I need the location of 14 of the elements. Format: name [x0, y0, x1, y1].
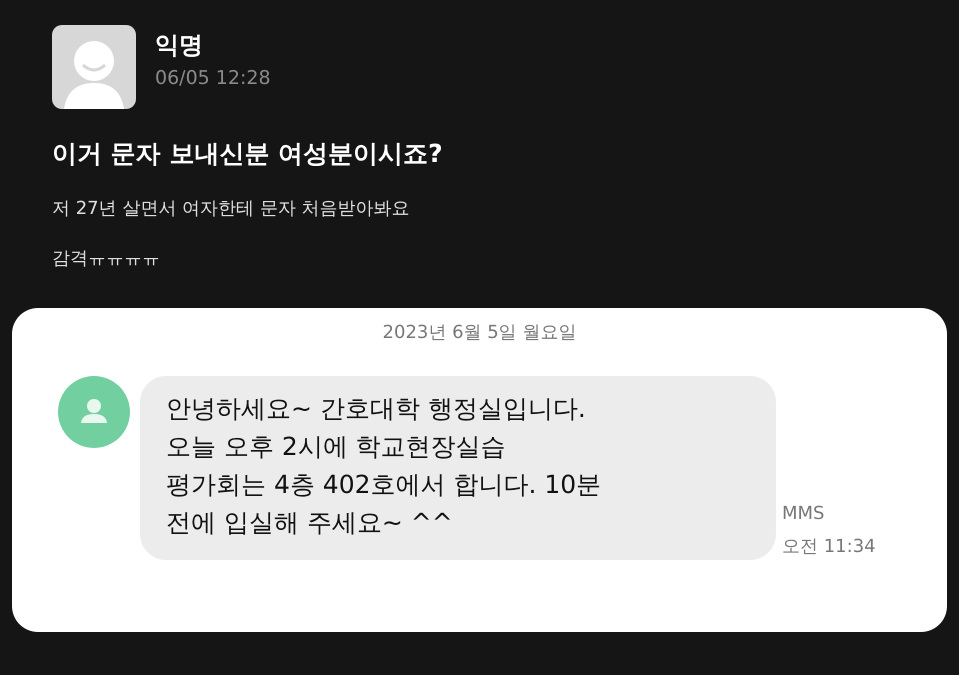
- post-timestamp: 06/05 12:28: [155, 67, 271, 89]
- message-text: 전에 입실해 주세요~ ^^: [166, 507, 453, 539]
- message-type: MMS: [782, 503, 824, 524]
- avatar-icon: [52, 25, 136, 109]
- date-header: 2023년 6월 5일 월요일: [382, 321, 576, 344]
- contact-avatar-icon: [58, 376, 130, 448]
- post-title: 이거 문자 보내신분 여성분이시죠?: [52, 138, 443, 170]
- author-name: 익명: [155, 30, 203, 61]
- message-time: 오전 11:34: [782, 535, 876, 558]
- message-text: 안녕하세요~ 간호대학 행정실입니다.: [166, 393, 586, 425]
- post-text: 감격ㅠㅠㅠㅠ: [52, 247, 160, 270]
- message-text: 평가회는 4층 402호에서 합니다. 10분: [166, 469, 602, 501]
- message-text: 오늘 오후 2시에 학교현장실습: [166, 431, 506, 463]
- post-text: 저 27년 살면서 여자한테 문자 처음받아봐요: [52, 197, 410, 220]
